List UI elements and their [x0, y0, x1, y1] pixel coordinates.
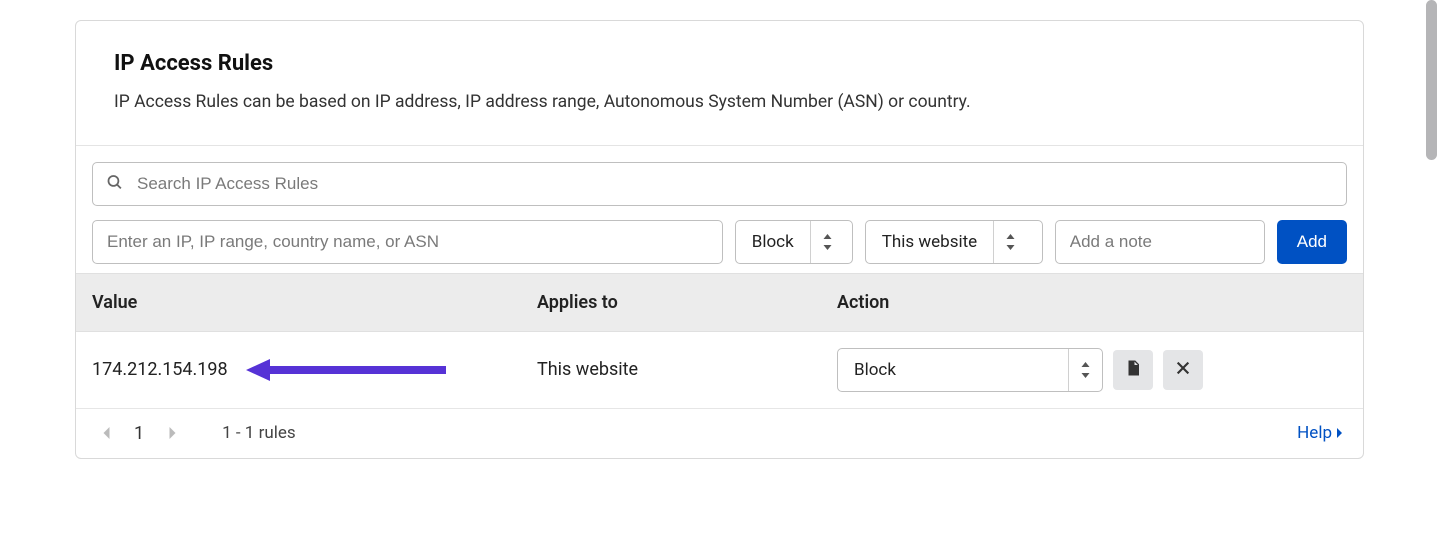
scrollbar[interactable] [1426, 0, 1437, 160]
column-header-value: Value [92, 292, 537, 313]
ip-input[interactable] [92, 220, 723, 264]
card-header: IP Access Rules IP Access Rules can be b… [76, 21, 1363, 146]
cell-applies: This website [537, 359, 837, 380]
table-row: 174.212.154.198 This website Block [76, 332, 1363, 409]
add-button[interactable]: Add [1277, 220, 1347, 264]
column-header-applies: Applies to [537, 292, 837, 313]
search-icon [106, 173, 123, 194]
delete-button[interactable] [1163, 350, 1203, 390]
column-header-action: Action [837, 292, 1347, 313]
chevron-updown-icon [993, 221, 1027, 263]
cell-action: Block [837, 348, 1347, 392]
controls-section: Block This website Add [76, 146, 1363, 273]
card-description: IP Access Rules can be based on IP addre… [114, 90, 1325, 115]
table-header-row: Value Applies to Action [76, 273, 1363, 332]
help-label: Help [1297, 423, 1332, 443]
help-link[interactable]: Help [1297, 423, 1343, 443]
note-input[interactable] [1055, 220, 1265, 264]
annotation-arrow-icon [246, 356, 446, 384]
search-container [92, 162, 1347, 206]
scope-select[interactable]: This website [865, 220, 1043, 264]
document-icon [1124, 359, 1142, 380]
page-number: 1 [134, 423, 144, 444]
chevron-right-icon [168, 427, 177, 439]
chevron-right-icon [1336, 428, 1343, 438]
ip-access-rules-card: IP Access Rules IP Access Rules can be b… [75, 20, 1364, 459]
card-title: IP Access Rules [114, 51, 1325, 76]
action-select-label: Block [736, 221, 810, 263]
chevron-updown-icon [1068, 349, 1102, 391]
row-action-select[interactable]: Block [837, 348, 1103, 392]
chevron-updown-icon [810, 221, 844, 263]
edit-note-button[interactable] [1113, 350, 1153, 390]
add-rule-row: Block This website Add [92, 220, 1347, 264]
rules-count: 1 - 1 rules [222, 423, 296, 443]
search-input[interactable] [92, 162, 1347, 206]
next-page-button[interactable] [162, 427, 182, 439]
card-footer: 1 1 - 1 rules Help [76, 409, 1363, 458]
chevron-left-icon [102, 427, 111, 439]
scope-select-label: This website [866, 221, 993, 263]
action-select[interactable]: Block [735, 220, 853, 264]
prev-page-button[interactable] [96, 427, 116, 439]
row-action-label: Block [838, 349, 1068, 391]
close-icon [1175, 360, 1191, 379]
pagination: 1 1 - 1 rules [96, 423, 296, 444]
row-action-group: Block [837, 348, 1347, 392]
